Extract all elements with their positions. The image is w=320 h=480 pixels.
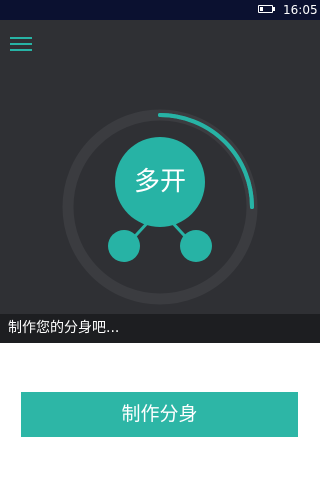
child-clone-circle-left xyxy=(108,230,140,262)
caption-text: 制作您的分身吧... xyxy=(8,320,120,336)
status-bar: 16:05 xyxy=(0,0,320,20)
logo-text: 多开 xyxy=(133,167,186,197)
child-clone-circle-right xyxy=(180,230,212,262)
status-time: 16:05 xyxy=(283,3,318,17)
battery-icon xyxy=(258,5,275,13)
create-clone-button[interactable]: 制作分身 xyxy=(21,392,298,437)
app-screen: 16:05 多开 制作您的分身吧... 制作分身 xyxy=(0,0,320,480)
caption-bar: 制作您的分身吧... xyxy=(0,314,320,343)
hero-panel: 多开 制作您的分身吧... xyxy=(0,20,320,343)
